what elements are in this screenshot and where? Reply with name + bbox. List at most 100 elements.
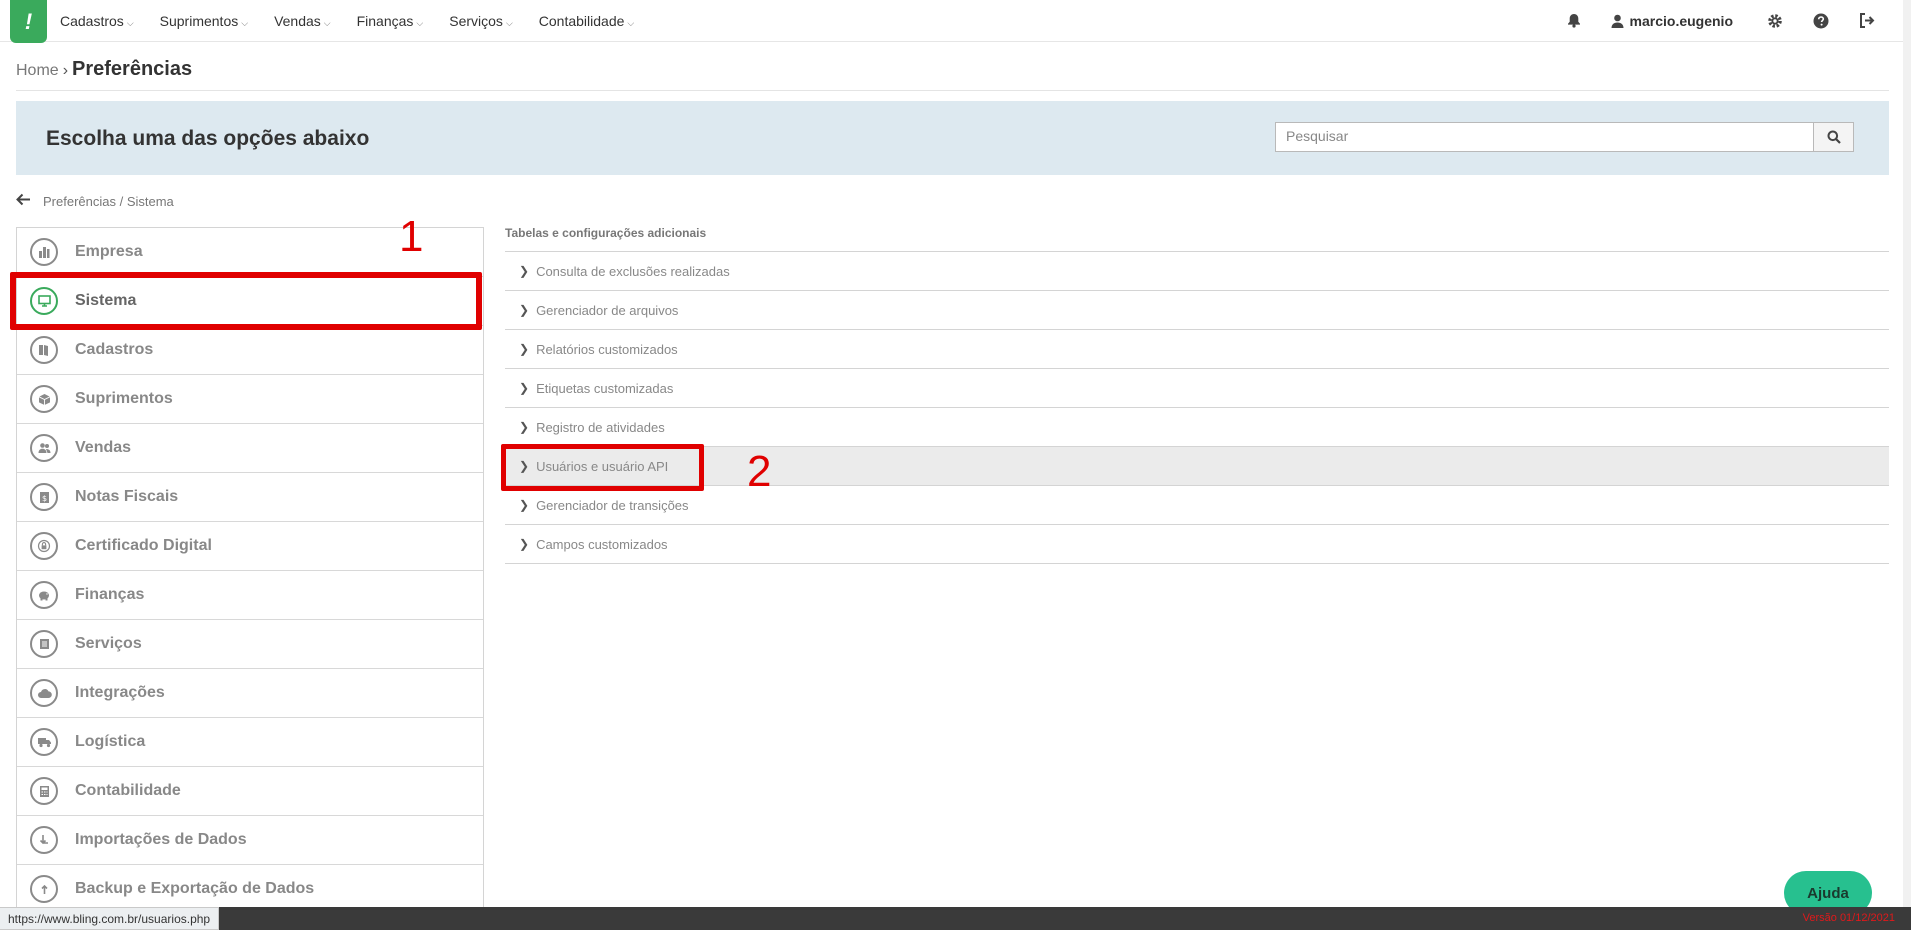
user-menu[interactable]: marcio.eugenio (1611, 13, 1733, 29)
option-label: Registro de atividades (536, 419, 665, 435)
menu-vendas[interactable]: Vendas ⌵ (274, 13, 331, 29)
banner-title: Escolha uma das opções abaixo (46, 127, 370, 150)
page-scrollbar[interactable] (1903, 0, 1911, 907)
search-box (1275, 122, 1854, 152)
option-etiquetas-customizadas[interactable]: ❯ Etiquetas customizadas (505, 369, 1889, 408)
option-label: Consulta de exclusões realizadas (536, 263, 730, 279)
sidebar-item-notas-fiscais[interactable]: $ Notas Fiscais (17, 473, 483, 522)
option-campos-customizados[interactable]: ❯ Campos customizados (505, 525, 1889, 564)
sidebar-item-label: Certificado Digital (75, 537, 212, 554)
sidebar-item-label: Serviços (75, 635, 142, 652)
annotation-number-1: 1 (399, 212, 424, 261)
sidebar-item-certificado-digital[interactable]: Certificado Digital (17, 522, 483, 571)
piggy-bank-icon (30, 581, 58, 609)
calculator-icon (30, 777, 58, 805)
sidebar-item-label: Logística (75, 733, 146, 750)
menu-cadastros[interactable]: Cadastros ⌵ (60, 13, 134, 29)
status-bar: https://www.bling.com.br/usuarios.php Ve… (0, 907, 1911, 930)
option-gerenciador-arquivos[interactable]: ❯ Gerenciador de arquivos (505, 291, 1889, 330)
notifications-button[interactable] (1567, 13, 1581, 28)
search-input[interactable] (1276, 123, 1826, 149)
import-icon (30, 826, 58, 854)
sidebar-item-cadastros[interactable]: Cadastros (17, 326, 483, 375)
chevron-right-icon: ❯ (519, 342, 530, 356)
back-arrow-icon[interactable] (16, 193, 31, 209)
sidebar-item-label: Integrações (75, 684, 165, 701)
option-label: Relatórios customizados (536, 341, 678, 357)
username: marcio.eugenio (1629, 12, 1733, 29)
main-menu: Cadastros ⌵ Suprimentos ⌵ Vendas ⌵ Finanças… (60, 0, 660, 41)
truck-icon (30, 728, 58, 756)
chevron-down-icon: ⌵ (505, 17, 513, 28)
chevron-down-icon: ⌵ (416, 17, 424, 28)
invoice-icon: $ (30, 483, 58, 511)
option-label: Campos customizados (536, 536, 668, 552)
option-label: Etiquetas customizadas (536, 380, 674, 396)
chevron-right-icon: ❯ (519, 264, 530, 278)
divider (16, 90, 1889, 91)
annotation-box-2 (501, 444, 704, 491)
annotation-number-2: 2 (747, 447, 772, 496)
sidebar-item-label: Finanças (75, 586, 145, 603)
chevron-right-icon: ❯ (519, 381, 530, 395)
sidebar-item-suprimentos[interactable]: Suprimentos (17, 375, 483, 424)
top-right-tools: marcio.eugenio (1567, 0, 1905, 41)
menu-suprimentos[interactable]: Suprimentos ⌵ (160, 13, 248, 29)
chevron-right-icon: ❯ (519, 537, 530, 551)
option-consulta-exclusoes[interactable]: ❯ Consulta de exclusões realizadas (505, 252, 1889, 291)
logout-button[interactable] (1859, 13, 1875, 28)
breadcrumb-home[interactable]: Home (16, 62, 59, 79)
document-icon (30, 630, 58, 658)
option-usuarios-api[interactable]: ❯ Usuários e usuário API (505, 447, 1889, 486)
sidebar-item-label: Importações de Dados (75, 831, 247, 848)
option-gerenciador-transicoes[interactable]: ❯ Gerenciador de transições (505, 486, 1889, 525)
box-icon (30, 385, 58, 413)
chevron-down-icon: ⌵ (627, 17, 635, 28)
sidebar-item-label: Notas Fiscais (75, 488, 179, 505)
version-label: Versão 01/12/2021 (1802, 912, 1895, 924)
sidebar-item-contabilidade[interactable]: Contabilidade (17, 767, 483, 816)
chevron-right-icon: ❯ (519, 498, 530, 512)
cloud-icon (30, 679, 58, 707)
options-list: ❯ Consulta de exclusões realizadas ❯ Geren… (505, 251, 1889, 564)
breadcrumb: Home › Preferências (16, 58, 192, 81)
option-label: Gerenciador de transições (536, 497, 689, 513)
sidebar-item-label: Backup e Exportação de Dados (75, 880, 315, 897)
chevron-down-icon: ⌵ (241, 17, 249, 28)
sidebar-item-label: Cadastros (75, 341, 154, 358)
sidebar-item-label: Empresa (75, 243, 143, 260)
sidebar-item-vendas[interactable]: Vendas (17, 424, 483, 473)
annotation-box-1 (10, 272, 482, 330)
sidebar-item-integracoes[interactable]: Integrações (17, 669, 483, 718)
menu-servicos[interactable]: Serviços ⌵ (449, 13, 513, 29)
question-circle-icon (1813, 13, 1829, 28)
option-relatorios-customizados[interactable]: ❯ Relatórios customizados (505, 330, 1889, 369)
users-icon (30, 434, 58, 462)
help-button-top[interactable] (1813, 13, 1829, 29)
sidebar-item-financas[interactable]: Finanças (17, 571, 483, 620)
settings-button[interactable] (1767, 13, 1783, 29)
user-icon (1611, 14, 1624, 28)
sidebar-item-label: Contabilidade (75, 782, 181, 799)
option-registro-atividades[interactable]: ❯ Registro de atividades (505, 408, 1889, 447)
sidebar-item-servicos[interactable]: Serviços (17, 620, 483, 669)
building-icon (30, 238, 58, 266)
svg-text:$: $ (41, 494, 46, 503)
sidebar-item-label: Vendas (75, 439, 132, 456)
menu-financas[interactable]: Finanças ⌵ (357, 13, 424, 29)
chevron-down-icon: ⌵ (323, 17, 331, 28)
search-button[interactable] (1813, 123, 1853, 151)
search-icon (1827, 130, 1841, 144)
top-navbar: ! Cadastros ⌵ Suprimentos ⌵ Vendas ⌵ Finanç… (0, 0, 1905, 43)
chevron-right-icon: ❯ (519, 303, 530, 317)
bell-icon (1567, 14, 1580, 28)
lock-icon (30, 532, 58, 560)
chevron-right-icon: › (62, 62, 69, 79)
back-path: Preferências / Sistema (16, 193, 174, 209)
menu-contabilidade[interactable]: Contabilidade ⌵ (539, 13, 634, 29)
sidebar-item-backup-exportacao[interactable]: Backup e Exportação de Dados (17, 865, 483, 907)
sidebar-item-logistica[interactable]: Logística (17, 718, 483, 767)
page-title: Preferências (72, 58, 193, 80)
bling-logo[interactable]: ! (10, 0, 47, 43)
sidebar-item-importacoes-de-dados[interactable]: Importações de Dados (17, 816, 483, 865)
